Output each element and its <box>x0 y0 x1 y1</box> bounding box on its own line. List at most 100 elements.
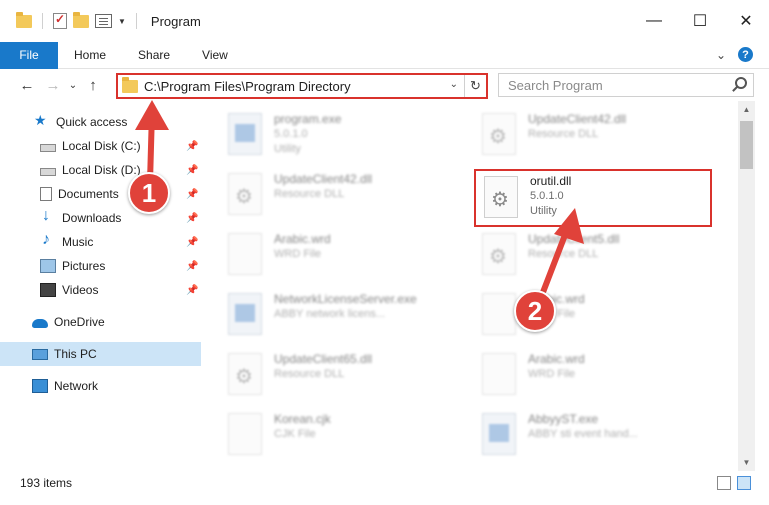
file-item[interactable]: NetworkLicenseServer.exe ABBY network lic… <box>206 289 446 341</box>
address-path[interactable]: C:\Program Files\Program Directory <box>144 79 351 94</box>
document-file-icon <box>482 353 516 395</box>
sidebar-item-label: Downloads <box>62 211 122 225</box>
file-item[interactable]: Korean.cjk CJK File <box>206 409 446 461</box>
recent-locations-button[interactable]: ⌄ <box>66 80 80 91</box>
sidebar-item-videos[interactable]: Videos 📌 <box>0 278 201 302</box>
dll-file-icon <box>228 353 262 395</box>
up-button[interactable]: ↑ <box>80 77 106 94</box>
file-item[interactable]: AbbyyST.exe ABBY sti event hand... <box>460 409 700 461</box>
minimize-button[interactable]: — <box>631 0 677 42</box>
exe-file-icon <box>482 413 516 455</box>
sidebar-item-quick-access[interactable]: Quick access <box>0 110 201 134</box>
file-item[interactable]: UpdateClient42.dll Resource DLL <box>206 169 446 221</box>
folder-icon <box>122 76 138 93</box>
pin-icon: 📌 <box>186 188 199 200</box>
customize-toolbar-icon[interactable] <box>95 14 112 28</box>
file-meta: ABBY network licens... <box>274 308 386 320</box>
file-name: orutil.dll <box>530 174 572 188</box>
search-input[interactable]: Search Program <box>498 73 754 97</box>
forward-button[interactable]: → <box>40 77 66 94</box>
status-bar: 193 items <box>0 470 769 495</box>
details-view-button[interactable] <box>717 476 731 490</box>
documents-icon <box>40 187 52 201</box>
new-folder-icon[interactable] <box>73 11 89 28</box>
maximize-button[interactable]: ☐ <box>677 0 723 42</box>
file-item[interactable]: Arabic.wrd WRD File <box>206 229 446 281</box>
scrollbar-thumb[interactable] <box>740 121 753 169</box>
address-dropdown-button[interactable]: ⌄ <box>450 79 458 90</box>
tab-home[interactable]: Home <box>58 42 122 69</box>
file-name: UpdateClient42.dll <box>528 112 627 126</box>
file-item-orutil-dll[interactable]: orutil.dll 5.0.1.0 Utility <box>474 169 712 227</box>
sidebar-item-downloads[interactable]: Downloads 📌 <box>0 206 201 230</box>
sidebar-item-documents[interactable]: Documents 📌 <box>0 182 201 206</box>
chevron-down-icon[interactable]: ▼ <box>118 17 126 26</box>
sidebar-item-label: Videos <box>62 283 99 297</box>
tiles-view-button[interactable] <box>737 476 751 490</box>
sidebar-item-pictures[interactable]: Pictures 📌 <box>0 254 201 278</box>
file-name: UpdateClient65.dll <box>274 352 373 366</box>
sidebar-item-this-pc[interactable]: This PC <box>0 342 201 366</box>
step-1-badge: 1 <box>128 172 170 214</box>
network-icon <box>32 379 48 393</box>
folder-icon <box>16 11 32 28</box>
back-button[interactable]: ← <box>14 77 40 94</box>
pin-icon: 📌 <box>186 284 199 296</box>
file-meta: Utility <box>530 205 557 217</box>
scroll-up-button[interactable]: ▲ <box>738 101 755 118</box>
downloads-icon <box>40 207 56 225</box>
sidebar-item-local-disk-c[interactable]: Local Disk (C:) 📌 <box>0 134 201 158</box>
divider <box>135 13 137 29</box>
sidebar-item-local-disk-d[interactable]: Local Disk (D:) 📌 <box>0 158 201 182</box>
file-name: Arabic.wrd <box>274 232 331 246</box>
scroll-down-button[interactable]: ▼ <box>738 454 755 471</box>
tab-file[interactable]: File <box>0 41 58 69</box>
file-item[interactable]: Arabic.wrd WRD File <box>460 349 700 401</box>
file-name: Korean.cjk <box>274 412 331 426</box>
file-name: UpdateClient5.dll <box>528 232 620 246</box>
file-meta: Resource DLL <box>528 128 599 140</box>
music-icon <box>40 231 56 249</box>
sidebar-item-label: Local Disk (D:) <box>62 163 141 177</box>
pin-icon: 📌 <box>186 260 199 272</box>
sidebar-item-label: Documents <box>58 187 119 201</box>
sidebar-item-network[interactable]: Network <box>0 374 201 398</box>
close-button[interactable]: ✕ <box>723 0 769 42</box>
sidebar-item-onedrive[interactable]: OneDrive <box>0 310 201 334</box>
file-item[interactable]: UpdateClient5.dll Resource DLL <box>460 229 700 281</box>
file-item[interactable]: UpdateClient42.dll Resource DLL <box>460 109 700 161</box>
expand-ribbon-button[interactable]: ⌄ <box>716 48 726 62</box>
dll-file-icon <box>482 233 516 275</box>
file-meta: WRD File <box>528 368 576 380</box>
properties-check-icon[interactable] <box>53 12 67 29</box>
address-bar[interactable]: C:\Program Files\Program Directory ⌄ ↻ <box>116 73 488 99</box>
file-name: AbbyyST.exe <box>528 412 599 426</box>
dll-file-icon <box>482 113 516 155</box>
tab-share[interactable]: Share <box>122 42 186 69</box>
refresh-button[interactable]: ↻ <box>464 75 486 97</box>
pin-icon: 📌 <box>186 236 199 248</box>
help-icon[interactable]: ? <box>738 47 753 62</box>
vertical-scrollbar[interactable]: ▲ ▼ <box>738 101 755 471</box>
dll-file-icon <box>228 173 262 215</box>
file-meta: WRD File <box>274 248 322 260</box>
videos-icon <box>40 283 56 297</box>
sidebar-item-label: Network <box>54 379 99 393</box>
divider <box>42 13 43 29</box>
sidebar-item-music[interactable]: Music 📌 <box>0 230 201 254</box>
file-meta: 5.0.1.0 <box>530 190 564 202</box>
file-meta: Resource DLL <box>274 188 345 200</box>
file-meta: CJK File <box>274 428 316 440</box>
file-item[interactable]: UpdateClient65.dll Resource DLL <box>206 349 446 401</box>
file-item[interactable]: program.exe 5.0.1.0 Utility <box>206 109 446 161</box>
file-name: Arabic.wrd <box>528 352 585 366</box>
file-meta: ABBY sti event hand... <box>528 428 638 440</box>
tab-view[interactable]: View <box>186 42 244 69</box>
document-file-icon <box>228 233 262 275</box>
onedrive-icon <box>32 319 48 328</box>
document-file-icon <box>228 413 262 455</box>
exe-file-icon <box>228 293 262 335</box>
dll-file-icon <box>484 176 518 218</box>
quick-access-toolbar: ▼ Program <box>0 0 201 42</box>
file-item[interactable]: Arabic.wrdWRD File <box>460 289 700 341</box>
